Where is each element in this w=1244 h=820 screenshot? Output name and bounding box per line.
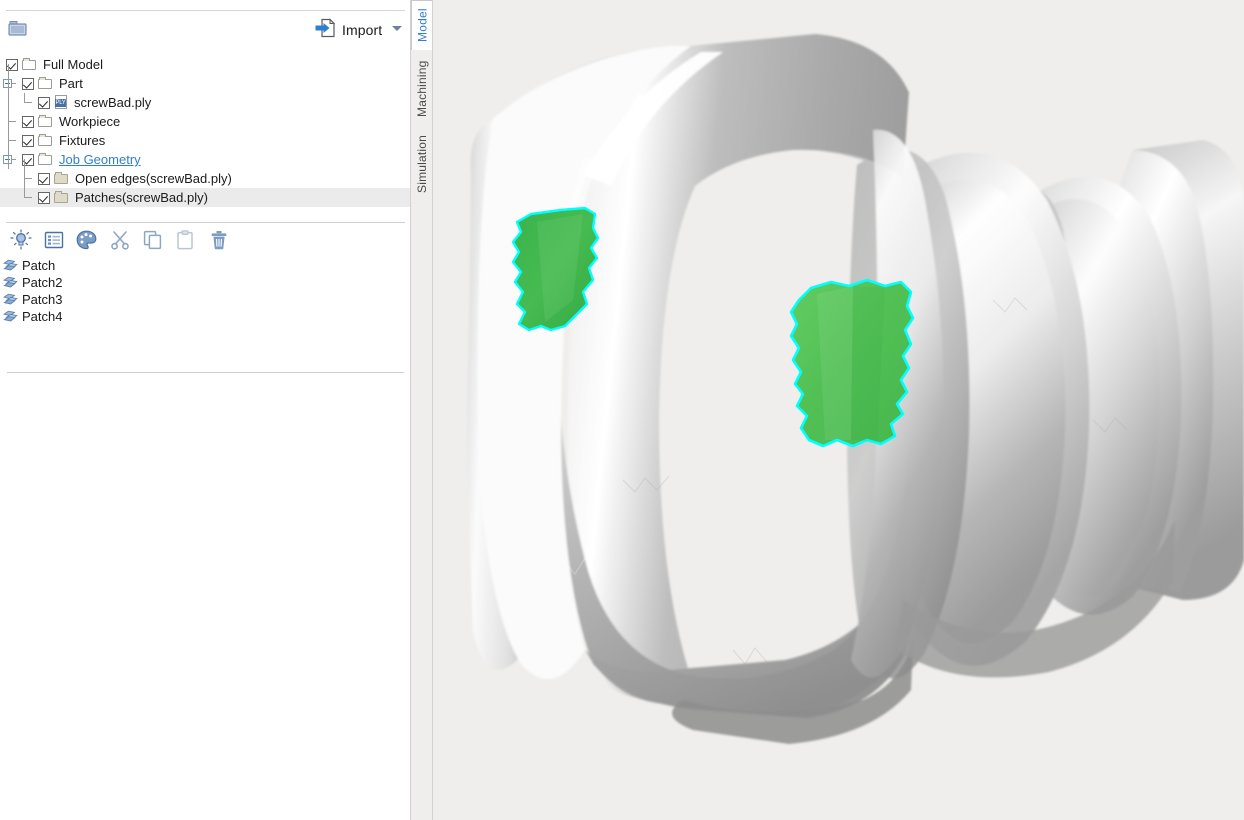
application-window: Import Full Model Part PLY screwBad.ply Work… <box>0 0 1244 820</box>
patch-mesh-icon <box>3 293 18 306</box>
tree-guide-line <box>24 178 32 179</box>
tab-machining[interactable]: Machining <box>411 50 433 128</box>
tab-simulation[interactable]: Simulation <box>411 128 433 200</box>
tree-checkbox[interactable] <box>22 135 34 147</box>
patch-list-item[interactable]: Patch3 <box>0 291 411 308</box>
tree-row[interactable]: Full Model <box>0 55 411 74</box>
tree-checkbox[interactable] <box>22 78 34 90</box>
tree-node-label: screwBad.ply <box>74 95 151 110</box>
tree-guide-line <box>8 121 16 122</box>
folder-icon[interactable] <box>6 18 32 40</box>
properties-list-icon[interactable] <box>37 227 70 253</box>
tree-node-label: Open edges(screwBad.ply) <box>75 171 232 186</box>
folder-open-icon <box>22 58 38 71</box>
delete-trash-icon[interactable] <box>202 227 235 253</box>
tree-row[interactable]: PLY screwBad.ply <box>0 93 411 112</box>
import-button[interactable]: Import <box>314 18 382 42</box>
model-tree-panel: Import Full Model Part PLY screwBad.ply Work… <box>0 0 411 820</box>
ply-file-icon: PLY <box>54 95 69 110</box>
patch-list-item[interactable]: Patch4 <box>0 308 411 325</box>
patch-mesh-icon <box>3 310 18 323</box>
workflow-tab-strip: Model Machining Simulation <box>411 0 433 820</box>
cut-scissors-icon[interactable] <box>103 227 136 253</box>
ply-badge: PLY <box>55 99 66 107</box>
tree-node-label: Full Model <box>43 57 103 72</box>
tree-guide-line <box>24 197 32 198</box>
model-tree[interactable]: Full Model Part PLY screwBad.ply Workpiece Fi… <box>0 55 411 207</box>
tree-checkbox[interactable] <box>38 173 50 185</box>
folder-closed-icon <box>54 172 70 185</box>
color-palette-icon[interactable] <box>70 227 103 253</box>
3d-viewport[interactable] <box>433 0 1244 820</box>
tree-row[interactable]: Part <box>0 74 411 93</box>
tree-node-label[interactable]: Job Geometry <box>59 152 141 167</box>
patch-item-label: Patch3 <box>22 292 62 307</box>
tree-guide-line <box>24 159 25 195</box>
patch-region-2 <box>791 280 913 446</box>
patch-toolbar <box>4 226 408 254</box>
patch-list-item[interactable]: Patch2 <box>0 274 411 291</box>
patch-item-label: Patch <box>22 258 55 273</box>
patch-mesh-icon <box>3 276 18 289</box>
highlight-bulb-icon[interactable] <box>4 227 37 253</box>
tree-row[interactable]: Open edges(screwBad.ply) <box>0 169 411 188</box>
tree-node-label: Fixtures <box>59 133 105 148</box>
icon-bar-divider <box>6 222 405 223</box>
copy-icon[interactable] <box>136 227 169 253</box>
patch-item-label: Patch4 <box>22 309 62 324</box>
tree-checkbox[interactable] <box>22 116 34 128</box>
tree-checkbox[interactable] <box>38 97 50 109</box>
patch-list-item[interactable]: Patch <box>0 257 411 274</box>
folder-open-icon <box>38 153 54 166</box>
patch-list[interactable]: Patch Patch2 Patch3 Patch4 <box>0 257 411 325</box>
tree-row[interactable]: Patches(screwBad.ply) <box>0 188 411 207</box>
tree-node-label: Workpiece <box>59 114 120 129</box>
panel-toolbar: Import <box>0 0 411 45</box>
tree-guide-line <box>8 140 16 141</box>
folder-open-icon <box>38 134 54 147</box>
tree-guide-line <box>8 64 9 168</box>
tree-checkbox[interactable] <box>38 192 50 204</box>
folder-closed-icon <box>54 191 70 204</box>
folder-open-icon <box>38 77 54 90</box>
screw-mesh-render <box>433 0 1244 820</box>
panel-bottom-divider <box>7 372 404 373</box>
chevron-down-icon[interactable] <box>392 26 402 31</box>
folder-open-icon <box>38 115 54 128</box>
patch-mesh-icon <box>3 259 18 272</box>
tree-node-label: Patches(screwBad.ply) <box>75 190 208 205</box>
import-label: Import <box>342 22 382 38</box>
tree-row[interactable]: Fixtures <box>0 131 411 150</box>
tree-row[interactable]: Job Geometry <box>0 150 411 169</box>
tree-row[interactable]: Workpiece <box>0 112 411 131</box>
tree-guide-line <box>24 102 32 103</box>
tab-model[interactable]: Model <box>411 0 433 50</box>
toolbar-divider <box>6 10 405 11</box>
patch-item-label: Patch2 <box>22 275 62 290</box>
import-file-icon <box>314 17 336 44</box>
tree-node-label: Part <box>59 76 83 91</box>
paste-icon[interactable] <box>169 227 202 253</box>
